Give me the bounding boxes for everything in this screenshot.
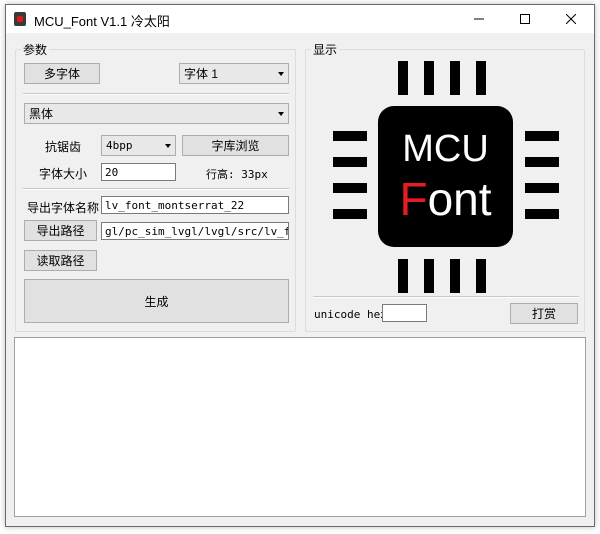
chip-body: MCU Font	[378, 106, 513, 247]
chip-pin	[525, 131, 559, 141]
antialias-label: 抗锯齿	[45, 140, 82, 154]
line-height-text: 行高: 33px	[206, 168, 268, 181]
display-group-label: 显示	[311, 41, 340, 58]
font-slot-select-value: 字体 1	[184, 67, 219, 81]
multi-font-button[interactable]: 多字体	[24, 63, 100, 84]
antialias-select[interactable]: 4bpp	[101, 135, 176, 156]
chevron-down-icon	[278, 111, 284, 116]
font-slot-select[interactable]: 字体 1	[179, 63, 289, 84]
chevron-down-icon	[165, 143, 171, 148]
chip-pin	[476, 61, 486, 95]
chip-pin	[398, 259, 408, 293]
browse-font-button[interactable]: 字库浏览	[182, 135, 289, 156]
chip-pin	[450, 61, 460, 95]
output-log-area[interactable]	[14, 337, 586, 517]
reward-button[interactable]: 打赏	[510, 303, 578, 324]
main-window: MCU_Font V1.1 冷太阳 参数 多字体 字体 1 黑体 抗锯齿 4bp…	[5, 4, 595, 527]
chip-pin	[476, 259, 486, 293]
chip-pin	[333, 131, 367, 141]
chip-pin	[525, 157, 559, 167]
logo-text-mcu: MCU	[402, 128, 489, 170]
antialias-select-value: 4bpp	[106, 139, 133, 152]
separator	[313, 296, 579, 298]
chip-pin	[525, 183, 559, 193]
mcu-font-logo: MCU Font	[333, 61, 559, 293]
font-family-select[interactable]: 黑体	[24, 103, 289, 124]
logo-text-font-initial: F	[399, 173, 428, 225]
chip-pin	[450, 259, 460, 293]
close-icon	[566, 14, 576, 24]
window-title: MCU_Font V1.1 冷太阳	[34, 14, 170, 29]
maximize-button[interactable]	[502, 5, 548, 33]
title-bar: MCU_Font V1.1 冷太阳	[6, 5, 594, 33]
minimize-icon	[474, 18, 484, 20]
chevron-down-icon	[278, 71, 284, 76]
chip-pin	[333, 183, 367, 193]
font-family-select-value: 黑体	[29, 107, 54, 121]
generate-button[interactable]: 生成	[24, 279, 289, 323]
export-path-button[interactable]: 导出路径	[24, 220, 97, 241]
unicode-hex-label: unicode hex	[314, 308, 387, 321]
chip-pin	[398, 61, 408, 95]
maximize-icon	[520, 14, 530, 24]
app-chip-icon	[14, 12, 26, 26]
close-button[interactable]	[548, 5, 594, 33]
chip-pin	[424, 61, 434, 95]
params-group-label: 参数	[21, 41, 50, 58]
minimize-button[interactable]	[456, 5, 502, 33]
export-name-input[interactable]: lv_font_montserrat_22	[101, 196, 289, 214]
chip-pin	[424, 259, 434, 293]
logo-text-font-rest: ont	[427, 173, 492, 225]
read-path-button[interactable]: 读取路径	[24, 250, 97, 271]
separator	[23, 93, 289, 95]
chip-pin	[333, 157, 367, 167]
font-size-input[interactable]: 20	[101, 163, 176, 181]
font-size-label: 字体大小	[39, 167, 88, 181]
unicode-hex-input[interactable]	[382, 304, 427, 322]
export-name-label: 导出字体名称	[27, 201, 100, 215]
separator	[23, 188, 289, 190]
export-path-input[interactable]: gl/pc_sim_lvgl/lvgl/src/lv_font	[101, 222, 289, 240]
chip-pin	[525, 209, 559, 219]
chip-pin	[333, 209, 367, 219]
logo-text-font: Font	[378, 172, 513, 226]
